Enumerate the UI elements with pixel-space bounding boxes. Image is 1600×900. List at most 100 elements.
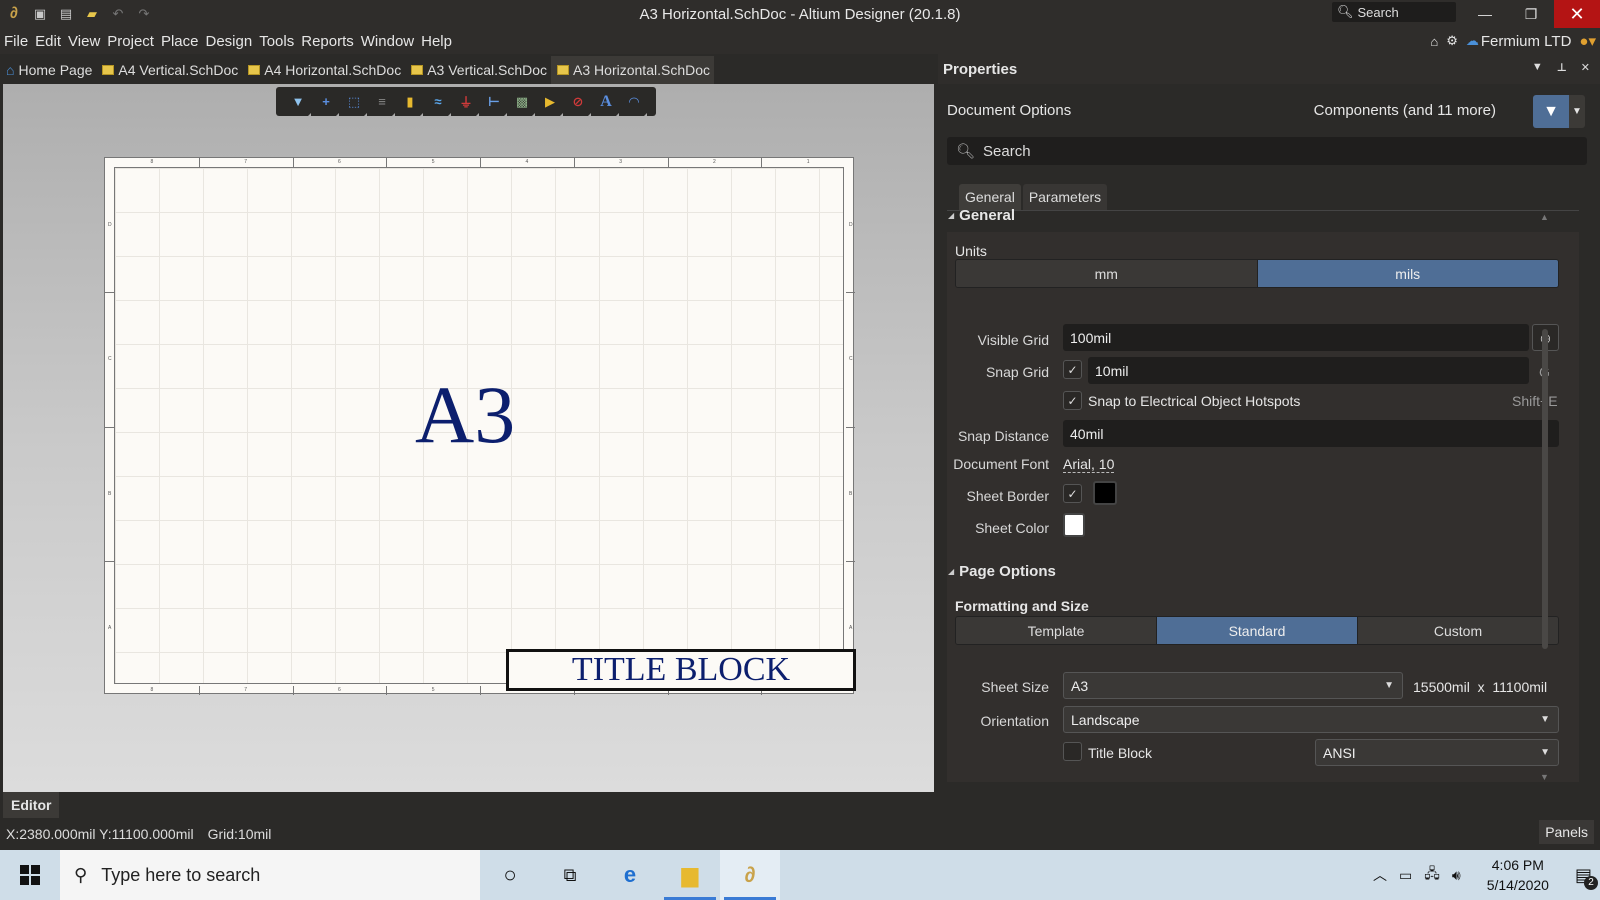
filter-icon[interactable]: ▼ <box>288 92 311 116</box>
home-icon[interactable]: ⌂ <box>1430 34 1438 49</box>
tab-home-page[interactable]: ⌂ Home Page <box>0 56 96 84</box>
cortana-button[interactable]: ○ <box>480 850 540 900</box>
open-icon[interactable]: ▰ <box>84 6 100 22</box>
tab-label: A3 Horizontal.SchDoc <box>573 62 710 78</box>
restore-button[interactable]: ❐ <box>1508 0 1554 28</box>
scroll-down-icon[interactable]: ▼ <box>1540 772 1549 782</box>
selection-filter-button[interactable]: ▼ <box>1533 95 1569 128</box>
redo-icon[interactable]: ↷ <box>136 6 152 22</box>
altium-taskbar-button[interactable]: ∂ <box>720 850 780 900</box>
save-icon[interactable]: ▣ <box>32 6 48 22</box>
volume-icon[interactable]: 🔊︎ <box>1452 867 1461 884</box>
properties-scrollbar[interactable] <box>1542 329 1548 649</box>
zone-label-horizontal: 7 <box>244 687 248 693</box>
scroll-up-icon[interactable]: ▲ <box>1540 212 1549 222</box>
save-all-icon[interactable]: ▤ <box>58 6 74 22</box>
menu-reports[interactable]: Reports <box>298 33 357 50</box>
notification-icon[interactable]: ▤ 2 <box>1575 865 1598 890</box>
start-button[interactable] <box>0 850 60 900</box>
snap-grid-input[interactable]: 10mil <box>1088 357 1529 384</box>
pin-icon[interactable]: ⊥ <box>1557 61 1567 74</box>
title-block-standard-dropdown[interactable]: ANSI ▼ <box>1315 739 1559 766</box>
page-options-section-header[interactable]: ◢ Page Options <box>948 563 1056 580</box>
units-mm-button[interactable]: mm <box>956 260 1258 287</box>
tab-parameters[interactable]: Parameters <box>1022 184 1108 210</box>
menu-edit[interactable]: Edit <box>32 33 64 50</box>
schematic-sheet[interactable]: 8877665544332211DDCCBBAA A3 TITLE BLOCK <box>104 157 856 695</box>
power-port-icon[interactable]: ⏚ <box>456 92 479 116</box>
snap-hotspots-label[interactable]: Snap to Electrical Object Hotspots <box>1088 393 1300 409</box>
panel-menu-icon[interactable]: ▼ <box>1532 61 1543 74</box>
title-block[interactable]: TITLE BLOCK <box>506 649 856 691</box>
orientation-dropdown[interactable]: Landscape ▼ <box>1063 706 1559 733</box>
selection-filter-dropdown[interactable]: ▼ <box>1569 95 1585 128</box>
visible-grid-input[interactable]: 100mil <box>1063 324 1529 351</box>
menu-help[interactable]: Help <box>418 33 455 50</box>
sheet-drawing-area[interactable]: A3 TITLE BLOCK <box>114 167 856 691</box>
file-explorer-button[interactable]: ▆ <box>660 850 720 900</box>
no-erc-icon[interactable]: ⊘ <box>568 92 591 116</box>
mode-custom-button[interactable]: Custom <box>1358 617 1558 644</box>
gear-icon[interactable]: ⚙ <box>1446 33 1458 49</box>
tab-a3-vertical[interactable]: A3 Vertical.SchDoc <box>405 56 551 84</box>
snap-hotspots-checkbox[interactable]: ✓ <box>1063 391 1082 410</box>
minimize-button[interactable]: — <box>1462 0 1508 28</box>
taskbar-search-box[interactable]: ⚲ Type here to search <box>60 850 480 900</box>
sheet-color-swatch[interactable] <box>1063 513 1085 537</box>
wire-icon[interactable]: ≈ <box>428 92 451 116</box>
clock[interactable]: 4:06 PM 5/14/2020 <box>1487 855 1549 895</box>
mode-template-button[interactable]: Template <box>956 617 1157 644</box>
app-logo-icon[interactable]: ∂ <box>6 5 22 22</box>
network-icon[interactable]: 🖧︎ <box>1424 863 1440 887</box>
menu-design[interactable]: Design <box>203 33 256 50</box>
undo-icon[interactable]: ↶ <box>110 6 126 22</box>
title-block-checkbox[interactable] <box>1063 742 1082 761</box>
sheet-size-label[interactable]: A3 <box>415 368 515 462</box>
menu-file[interactable]: File <box>1 33 31 50</box>
menu-window[interactable]: Window <box>358 33 417 50</box>
title-block-label[interactable]: Title Block <box>1088 745 1152 761</box>
task-view-button[interactable]: ⧉ <box>540 850 600 900</box>
tab-a4-vertical[interactable]: A4 Vertical.SchDoc <box>96 56 242 84</box>
align-icon[interactable]: ≡ <box>372 92 395 116</box>
selection-filter-label[interactable]: Components (and 11 more) <box>1314 102 1496 119</box>
chevron-up-icon[interactable]: ︿ <box>1373 865 1387 885</box>
battery-icon[interactable]: ▭ <box>1399 867 1412 884</box>
menu-project[interactable]: Project <box>104 33 157 50</box>
clock-time: 4:06 PM <box>1491 857 1544 873</box>
user-avatar-icon[interactable]: ●▾ <box>1579 32 1596 50</box>
sheet-border-checkbox[interactable]: ✓ <box>1063 484 1082 503</box>
menu-tools[interactable]: Tools <box>256 33 297 50</box>
menu-view[interactable]: View <box>65 33 103 50</box>
editor-tab[interactable]: Editor <box>3 792 60 818</box>
global-search[interactable]: 🔍︎ Search <box>1332 2 1456 22</box>
edge-button[interactable]: e <box>600 850 660 900</box>
units-mils-button[interactable]: mils <box>1257 260 1558 287</box>
select-rect-icon[interactable]: ⬚ <box>344 92 367 116</box>
snap-grid-checkbox[interactable]: ✓ <box>1063 360 1082 379</box>
zone-label-vertical: C <box>849 356 853 363</box>
port-icon[interactable]: ▶ <box>540 92 563 116</box>
cross-probe-icon[interactable]: + <box>316 92 339 116</box>
panel-close-icon[interactable]: ✕ <box>1581 61 1590 74</box>
close-button[interactable]: ✕ <box>1554 0 1600 28</box>
bus-entry-icon[interactable]: ⊢ <box>484 92 507 116</box>
properties-search-input[interactable]: 🔍︎ Search <box>947 137 1587 165</box>
place-part-icon[interactable]: ▮ <box>400 92 423 116</box>
tab-a3-horizontal[interactable]: A3 Horizontal.SchDoc <box>551 56 714 84</box>
arc-icon[interactable]: ◠ <box>624 92 647 116</box>
tab-a4-horizontal[interactable]: A4 Horizontal.SchDoc <box>242 56 405 84</box>
sheet-symbol-icon[interactable]: ▩ <box>512 92 535 116</box>
sheet-size-dropdown[interactable]: A3 ▼ <box>1063 672 1403 699</box>
text-icon[interactable]: A <box>596 92 619 116</box>
panels-button[interactable]: Panels <box>1539 820 1594 844</box>
sheet-border-color-swatch[interactable] <box>1093 481 1117 505</box>
account-name[interactable]: Fermium LTD <box>1481 33 1572 50</box>
snap-distance-input[interactable]: 40mil <box>1063 420 1559 447</box>
general-section-header[interactable]: ◢ General <box>948 207 1015 224</box>
mode-standard-button[interactable]: Standard <box>1157 617 1358 644</box>
document-font-link[interactable]: Arial, 10 <box>1063 456 1115 473</box>
windows-logo-icon <box>20 865 40 885</box>
menu-place[interactable]: Place <box>158 33 202 50</box>
menu-bar: File Edit View Project Place Design Tool… <box>0 28 1600 54</box>
